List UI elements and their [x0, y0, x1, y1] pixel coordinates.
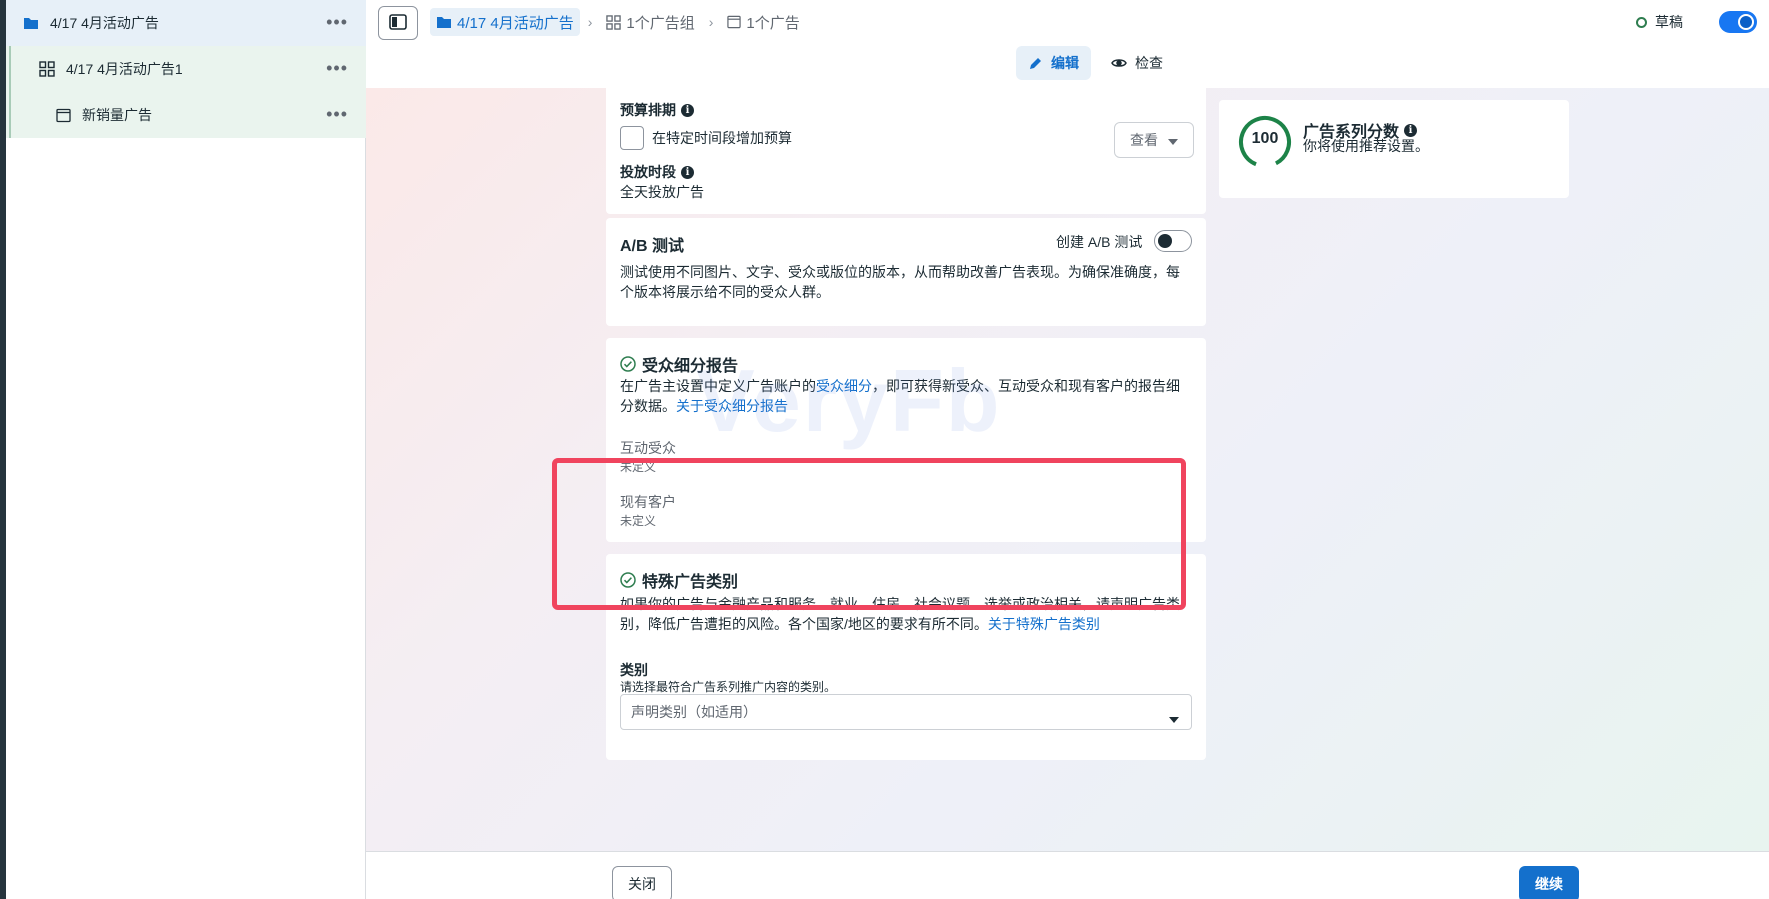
- close-button[interactable]: 关闭: [612, 866, 672, 899]
- tree-connector: [9, 46, 11, 92]
- more-icon[interactable]: •••: [326, 13, 348, 31]
- category-label: 类别: [620, 662, 648, 678]
- caret-down-icon: [1168, 132, 1178, 148]
- pencil-icon: [1028, 56, 1043, 71]
- breadcrumb-label: 4/17 4月活动广告: [457, 14, 574, 32]
- campaign-toggle[interactable]: [1719, 11, 1757, 33]
- score-value: 100: [1251, 130, 1279, 147]
- top-bar: 4/17 4月活动广告 › 1个广告组 › 1个广告 草稿 编辑 检查: [366, 0, 1769, 88]
- tree-item-campaign[interactable]: 4/17 4月活动广告 •••: [6, 0, 366, 46]
- special-category-description: 如果你的广告与金融产品和服务、就业、住房、社会议题、选举或政治相关，请声明广告类…: [620, 594, 1192, 634]
- tree-item-label: 4/17 4月活动广告: [50, 15, 159, 31]
- folder-icon: [20, 14, 42, 32]
- panel-toggle-button[interactable]: [378, 6, 418, 40]
- tab-review[interactable]: 检查: [1099, 46, 1175, 80]
- more-icon[interactable]: •••: [326, 105, 348, 123]
- tab-edit[interactable]: 编辑: [1016, 46, 1091, 80]
- audience-title-label: 受众细分报告: [642, 358, 739, 375]
- draft-status: 草稿: [1636, 12, 1683, 32]
- sidebar-toggle-icon: [389, 13, 407, 33]
- chevron-right-icon: ›: [587, 14, 593, 30]
- status-label: 草稿: [1655, 14, 1683, 30]
- category-placeholder: 声明类别（如适用）: [631, 704, 757, 720]
- check-circle-icon: [620, 356, 636, 372]
- category-hint: 请选择最符合广告系列推广内容的类别。: [620, 680, 837, 694]
- breadcrumb-campaign[interactable]: 4/17 4月活动广告: [430, 8, 580, 36]
- info-icon[interactable]: i: [681, 165, 694, 179]
- check-circle-icon: [620, 572, 636, 588]
- delivery-title: 投放时段 i: [620, 162, 694, 182]
- ab-test-title: A/B 测试: [620, 238, 685, 255]
- budget-schedule-title: 预算排期 i: [620, 100, 694, 120]
- ab-test-card: A/B 测试 创建 A/B 测试 测试使用不同图片、文字、受众或版位的版本，从而…: [606, 218, 1206, 326]
- tree-item-ad[interactable]: 新销量广告 •••: [6, 92, 366, 138]
- tree-item-label: 新销量广告: [82, 107, 152, 123]
- ab-test-description: 测试使用不同图片、文字、受众或版位的版本，从而帮助改善广告表现。为确保准确度，每…: [620, 264, 1180, 300]
- budget-schedule-label: 预算排期: [620, 102, 676, 118]
- toggle-knob: [1158, 234, 1172, 248]
- view-dropdown[interactable]: 查看: [1114, 122, 1194, 158]
- about-special-category-link[interactable]: 关于特殊广告类别: [988, 616, 1100, 632]
- status-dot-icon: [1636, 16, 1647, 28]
- breadcrumb-ad[interactable]: 1个广告: [721, 8, 805, 36]
- ad-window-icon: [52, 106, 74, 124]
- campaign-tree-sidebar: 4/17 4月活动广告 ••• 4/17 4月活动广告1 ••• 新销量广告 •…: [6, 0, 366, 899]
- grid-icon: [36, 60, 58, 78]
- delivery-label: 投放时段: [620, 164, 676, 180]
- audience-title: 受众细分报告: [620, 352, 738, 376]
- ab-toggle-label: 创建 A/B 测试: [1056, 234, 1143, 250]
- tab-label: 编辑: [1051, 55, 1079, 71]
- breadcrumb-adset[interactable]: 1个广告组: [600, 8, 700, 36]
- special-ad-category-card: 特殊广告类别 如果你的广告与金融产品和服务、就业、住房、社会议题、选举或政治相关…: [606, 554, 1206, 760]
- delivery-value: 全天投放广告: [620, 184, 704, 200]
- eye-icon: [1111, 57, 1127, 69]
- ad-window-icon: [727, 15, 742, 29]
- view-label: 查看: [1130, 132, 1158, 148]
- grid-icon: [606, 14, 622, 30]
- score-subtitle: 你将使用推荐设置。: [1303, 138, 1429, 154]
- tab-label: 检查: [1135, 55, 1163, 71]
- increase-budget-label: 在特定时间段增加预算: [652, 130, 792, 146]
- special-category-title-label: 特殊广告类别: [642, 574, 739, 591]
- continue-button[interactable]: 继续: [1519, 866, 1579, 899]
- existing-customers-label: 现有客户: [620, 494, 676, 510]
- footer-bar: 关闭 继续: [366, 851, 1769, 899]
- audience-description: 在广告主设置中定义广告账户的受众细分，即可获得新受众、互动受众和现有客户的报告细…: [620, 376, 1192, 416]
- audience-desc-text: 在广告主设置中定义广告账户的: [620, 378, 816, 394]
- budget-card: 预算排期 i 在特定时间段增加预算 查看 投放时段 i 全天投放广告: [606, 88, 1206, 214]
- increase-budget-checkbox[interactable]: [620, 126, 644, 150]
- info-icon[interactable]: i: [1404, 123, 1418, 137]
- category-select[interactable]: 声明类别（如适用）: [620, 694, 1192, 730]
- audience-segment-link[interactable]: 受众细分: [816, 378, 872, 394]
- folder-icon: [436, 15, 452, 29]
- breadcrumb: 4/17 4月活动广告 › 1个广告组 › 1个广告: [430, 8, 806, 36]
- engaged-audience-value: 未定义: [620, 460, 657, 474]
- main-area: 4/17 4月活动广告 › 1个广告组 › 1个广告 草稿 编辑 检查 预算排期…: [366, 0, 1769, 899]
- breadcrumb-label: 1个广告组: [626, 14, 695, 32]
- existing-customers-value: 未定义: [620, 514, 657, 528]
- special-category-title: 特殊广告类别: [620, 568, 738, 592]
- toggle-knob: [1738, 14, 1754, 30]
- chevron-right-icon: ›: [708, 14, 714, 30]
- editor-canvas: 预算排期 i 在特定时间段增加预算 查看 投放时段 i 全天投放广告 100 广…: [366, 88, 1769, 851]
- info-icon[interactable]: i: [681, 103, 694, 117]
- tree-connector: [9, 92, 11, 138]
- breadcrumb-label: 1个广告: [746, 14, 800, 32]
- tree-item-adset[interactable]: 4/17 4月活动广告1 •••: [6, 46, 366, 92]
- about-audience-report-link[interactable]: 关于受众细分报告: [676, 398, 788, 414]
- campaign-score-card: 100 广告系列分数 i 你将使用推荐设置。: [1219, 100, 1569, 198]
- engaged-audience-label: 互动受众: [620, 440, 676, 456]
- more-icon[interactable]: •••: [326, 59, 348, 77]
- tree-item-label: 4/17 4月活动广告1: [66, 61, 183, 77]
- mode-tabs: 编辑 检查: [1016, 46, 1183, 80]
- caret-down-icon: [1169, 710, 1179, 726]
- ab-test-toggle[interactable]: [1154, 230, 1192, 252]
- audience-breakdown-card: 受众细分报告 在广告主设置中定义广告账户的受众细分，即可获得新受众、互动受众和现…: [606, 338, 1206, 542]
